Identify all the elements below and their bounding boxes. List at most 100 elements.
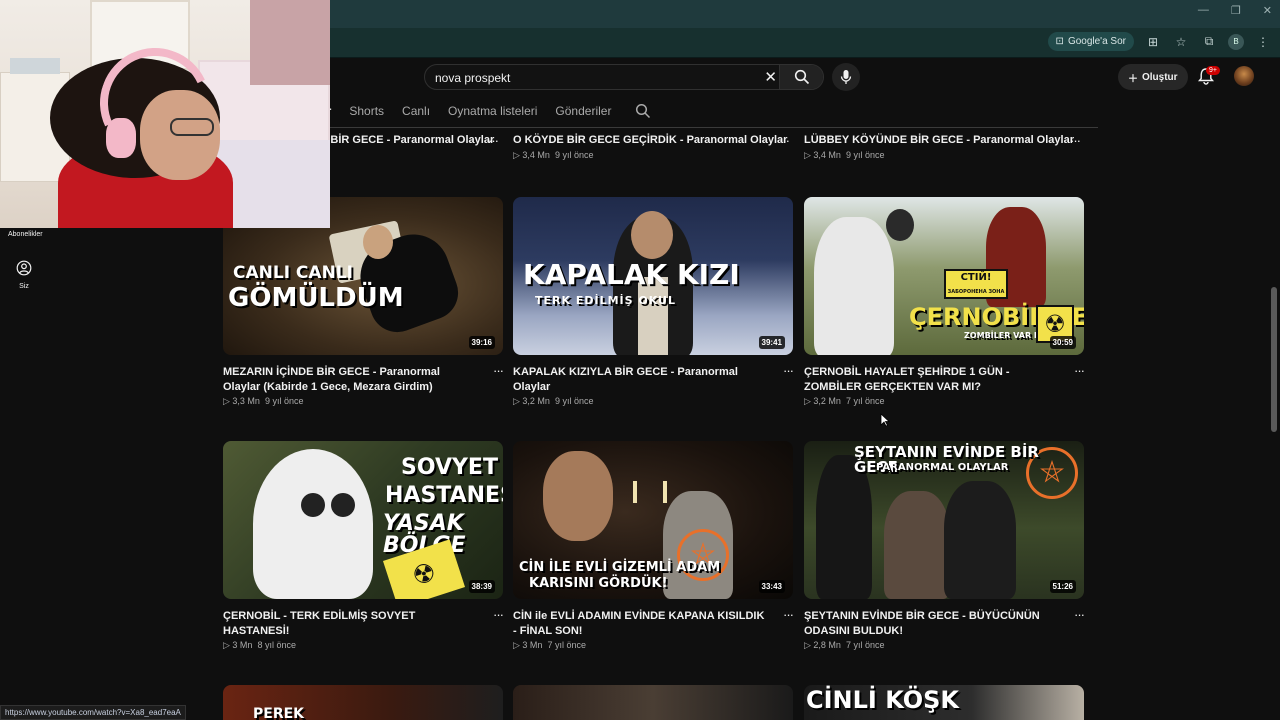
video-card[interactable]: CANLI CANLI GÖMÜLDÜM 39:16 ··· MEZARIN İ… <box>223 197 504 407</box>
thumb-hazmat <box>253 449 373 599</box>
video-thumbnail[interactable]: СТІЙ! ЗАБОРОНЕНА ЗОНА ÇERNOBİL'DE ZOMBİLE… <box>804 197 1084 355</box>
thumb-face <box>543 451 613 541</box>
video-card[interactable]: CİNLİ KÖŞK <box>804 685 1084 720</box>
video-thumbnail[interactable]: CİNLİ KÖŞK <box>804 685 1084 720</box>
thumb-caption: PEREK <box>253 706 305 720</box>
video-thumbnail[interactable]: KAPALAK KIZI TERK EDİLMİŞ OKUL 39:41 <box>513 197 793 355</box>
thumb-face <box>363 225 393 259</box>
video-age: 9 yıl önce <box>554 396 594 406</box>
video-title[interactable]: ÇERNOBİL - TERK EDİLMİŞ SOVYET HASTANESİ… <box>223 609 478 639</box>
minimize-icon[interactable]: — <box>1198 4 1209 17</box>
video-thumbnail[interactable]: PEREK <box>223 685 503 720</box>
account-avatar[interactable] <box>1234 66 1254 86</box>
thumb-gas-mask <box>886 209 914 241</box>
video-card[interactable]: KAPALAK KIZI TERK EDİLMİŞ OKUL 39:41 ···… <box>513 197 794 407</box>
bookmark-star-icon[interactable]: ☆ <box>1172 35 1190 49</box>
sidebar-subscriptions-label[interactable]: Abonelikler <box>8 231 43 238</box>
video-views: 3,4 Mn <box>813 150 841 160</box>
tabs-divider <box>218 127 1098 128</box>
video-title-top-2[interactable]: O KÖYDE BİR GECE GEÇİRDİK - Paranormal O… <box>513 134 787 146</box>
browser-menu-icon[interactable]: ⋮ <box>1254 35 1272 49</box>
tab-live[interactable]: Canlı <box>402 104 430 118</box>
video-thumbnail[interactable]: ⛤ ŞEYTANIN EVİNDE BİR GECE PARANORMAL OL… <box>804 441 1084 599</box>
channel-search-icon[interactable] <box>635 103 651 119</box>
google-sor-button[interactable]: ⊡ Google'a Sor <box>1047 32 1134 51</box>
thumb-candle <box>633 481 637 503</box>
video-views: 3 Mn <box>522 640 543 650</box>
thumb-gas-mask-eye <box>331 493 355 517</box>
thumb-caption: CİNLİ KÖŞK <box>806 686 960 714</box>
video-views: 3,2 Mn <box>522 396 550 406</box>
webcam-curtain <box>250 0 330 85</box>
video-card[interactable]: ⛤ ŞEYTANIN EVİNDE BİR GECE PARANORMAL OL… <box>804 441 1085 651</box>
microphone-icon <box>840 70 852 84</box>
address-bar-actions: ⊡ Google'a Sor ⊞ ☆ ⧉ B ⋮ <box>1047 32 1272 51</box>
thumb-caption: KARISINI GÖRDÜK! <box>529 576 668 591</box>
close-window-icon[interactable]: ✕ <box>1263 4 1272 17</box>
thumb-gas-mask-eye <box>301 493 325 517</box>
search-input[interactable]: nova prospekt <box>435 71 510 85</box>
thumb-sign-text: ЗАБОРОНЕНА ЗОНА <box>947 289 1005 295</box>
more-options-icon[interactable]: ··· <box>493 607 504 622</box>
tab-playlists[interactable]: Oynatma listeleri <box>448 104 537 118</box>
clear-search-icon[interactable]: ✕ <box>764 68 777 86</box>
video-card[interactable] <box>513 685 793 720</box>
thumb-candle <box>663 481 667 503</box>
video-meta: ▷ 2,8 Mn 7 yıl önce <box>804 640 885 650</box>
google-sor-label: Google'a Sor <box>1067 36 1126 47</box>
video-meta: ▷ 3 Mn 8 yıl önce <box>223 640 296 650</box>
more-options-icon[interactable]: ··· <box>1074 363 1085 378</box>
link-status-bar: https://www.youtube.com/watch?v=Xa8_ead7… <box>0 705 186 720</box>
search-icon <box>794 69 809 85</box>
extensions-icon[interactable]: ⧉ <box>1200 34 1218 49</box>
sidebar-item-you[interactable]: Siz <box>14 260 34 290</box>
restore-icon[interactable]: ❐ <box>1231 4 1241 17</box>
video-age: 7 yıl önce <box>845 640 885 650</box>
video-card[interactable]: СТІЙ! ЗАБОРОНЕНА ЗОНА ÇERNOBİL'DE ZOMBİLE… <box>804 197 1085 407</box>
video-card[interactable]: PEREK <box>223 685 503 720</box>
video-title[interactable]: ÇERNOBİL HAYALET ŞEHİRDE 1 GÜN - ZOMBİLE… <box>804 365 1059 395</box>
webcam-printer <box>10 58 60 74</box>
thumb-hazmat <box>814 217 894 355</box>
video-meta: ▷ 3 Mn 7 yıl önce <box>513 640 586 650</box>
video-duration: 38:39 <box>468 580 495 593</box>
thumb-caption: SOVYET <box>401 455 498 480</box>
tab-shorts[interactable]: Shorts <box>349 104 384 118</box>
video-duration: 30:59 <box>1049 336 1076 349</box>
video-title[interactable]: MEZARIN İÇİNDE BİR GECE - Paranormal Ola… <box>223 365 478 395</box>
thumb-warning-sign: СТІЙ! ЗАБОРОНЕНА ЗОНА <box>944 269 1008 299</box>
video-meta: ▷ 3,2 Mn 7 yıl önce <box>804 396 885 406</box>
voice-search-button[interactable] <box>832 63 860 91</box>
video-views: 3,4 Mn <box>522 150 550 160</box>
thumb-caption: GÖMÜLDÜM <box>228 283 404 313</box>
create-button[interactable]: ＋ Oluştur <box>1118 64 1188 90</box>
browser-profile-avatar[interactable]: B <box>1228 33 1244 50</box>
more-options-icon[interactable]: ··· <box>1070 133 1280 148</box>
more-options-icon[interactable]: ··· <box>1074 607 1085 622</box>
more-options-icon[interactable]: ··· <box>783 607 794 622</box>
glasses-icon <box>170 118 214 136</box>
more-options-icon[interactable]: ··· <box>783 363 794 378</box>
video-duration: 33:43 <box>758 580 785 593</box>
video-title[interactable]: KAPALAK KIZIYLA BİR GECE - Paranormal Ol… <box>513 365 768 395</box>
video-card[interactable]: SOVYET HASTANESİ YASAK BÖLGE ☢ 38:39 ···… <box>223 441 504 651</box>
video-title[interactable]: CİN ile EVLİ ADAMIN EVİNDE KAPANA KISILD… <box>513 609 768 639</box>
video-title[interactable]: ŞEYTANIN EVİNDE BİR GECE - BÜYÜCÜNÜN ODA… <box>804 609 1059 639</box>
more-options-icon[interactable]: ··· <box>493 363 504 378</box>
page-scrollbar[interactable] <box>1271 287 1277 432</box>
video-title-top-1[interactable]: E BİR GECE - Paranormal Olaylar <box>320 134 494 146</box>
video-meta-top-2: ▷ 3,4 Mn 9 yıl önce <box>513 150 594 160</box>
search-box[interactable]: nova prospekt ✕ <box>424 64 824 90</box>
tab-posts[interactable]: Gönderiler <box>555 104 611 118</box>
video-thumbnail[interactable]: SOVYET HASTANESİ YASAK BÖLGE ☢ 38:39 <box>223 441 503 599</box>
video-title-top-3[interactable]: LÜBBEY KÖYÜNDE BİR GECE - Paranormal Ola… <box>804 134 1074 146</box>
video-meta-top-3: ▷ 3,4 Mn 9 yıl önce <box>804 150 885 160</box>
install-app-icon[interactable]: ⊞ <box>1144 35 1162 49</box>
video-card[interactable]: ⛤ CİN İLE EVLİ GİZEMLİ ADAM KARISINI GÖR… <box>513 441 794 651</box>
video-thumbnail[interactable] <box>513 685 793 720</box>
channel-tabs: ar Shorts Canlı Oynatma listeleri Gönder… <box>320 100 651 122</box>
video-thumbnail[interactable]: ⛤ CİN İLE EVLİ GİZEMLİ ADAM KARISINI GÖR… <box>513 441 793 599</box>
search-button[interactable] <box>779 65 823 89</box>
thumb-caption: CİN İLE EVLİ GİZEMLİ ADAM <box>519 560 721 575</box>
video-duration: 39:16 <box>468 336 495 349</box>
